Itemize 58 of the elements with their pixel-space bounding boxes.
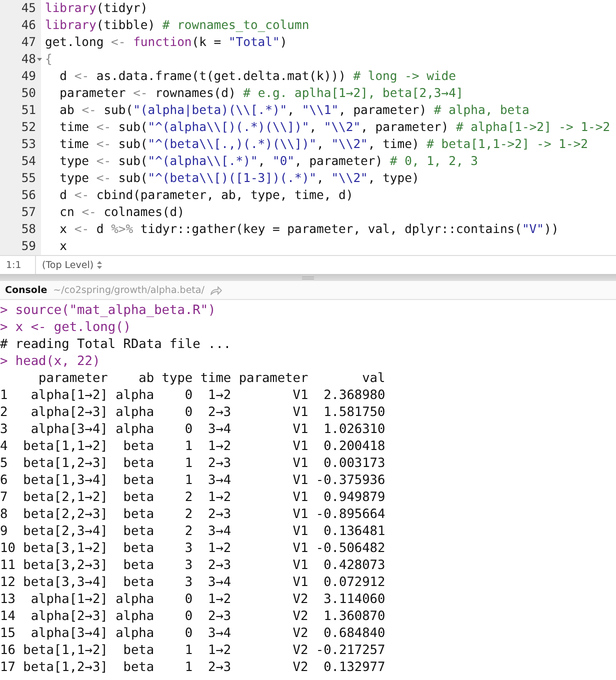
line-number: 52 — [21, 119, 36, 136]
console-command: > x <- get.long() — [0, 319, 132, 336]
console-output: 9 beta[2,3→4] beta 2 3→4 V1 0.136481 — [0, 523, 386, 540]
code-line: x <- d %>% tidyr::gather(key = parameter, val, dplyr::contains("V")) — [58, 221, 559, 238]
line-number: 49 — [21, 68, 36, 85]
console-output: 4 beta[1,1→2] beta 1 1→2 V1 0.200418 — [0, 438, 386, 455]
fold-caret-icon[interactable] — [37, 57, 42, 62]
line-number: 45 — [21, 0, 36, 17]
console-output: # reading Total RData file ... — [0, 336, 232, 353]
console-command: > head(x, 22) — [0, 353, 102, 370]
code-line: time <- sub("^(alpha\\[)(.*)(\\])", "\\2", parameter) # alpha[1->2] -> 1->2 — [58, 119, 610, 136]
line-number: 54 — [21, 153, 36, 170]
line-number: 50 — [21, 85, 36, 102]
console-output: 6 beta[1,3→4] beta 1 3→4 V1 -0.375936 — [0, 472, 386, 489]
code-line: type <- sub("^(alpha\\[.*)", "0", parameter) # 0, 1, 2, 3 — [58, 153, 478, 170]
code-line: cn <- colnames(d) — [58, 204, 184, 221]
up-down-caret-icon[interactable] — [96, 261, 102, 269]
code-line: library(tibble) # rownames_to_column — [44, 17, 310, 34]
code-line: x — [58, 238, 68, 255]
console-output: 1 alpha[1→2] alpha 0 1→2 V1 2.368980 — [0, 387, 386, 404]
line-number: 53 — [21, 136, 36, 153]
console-output: 16 beta[1,1→2] beta 1 1→2 V2 -0.217257 — [0, 642, 386, 659]
line-number: 51 — [21, 102, 36, 119]
console-output: 10 beta[3,1→2] beta 3 1→2 V1 -0.506482 — [0, 540, 386, 557]
console-output: parameter ab type time parameter val — [38, 370, 386, 387]
code-line: d <- as.data.frame(t(get.delta.mat(k))) # long -> wide — [58, 68, 456, 85]
console-output: 14 alpha[2→3] alpha 0 2→3 V2 1.360870 — [0, 608, 386, 625]
console-output: 2 alpha[2→3] alpha 0 2→3 V1 1.581750 — [0, 404, 386, 421]
line-number: 47 — [21, 34, 36, 51]
line-number: 55 — [21, 170, 36, 187]
line-number: 58 — [21, 221, 36, 238]
code-line: get.long <- function(k = "Total") — [44, 34, 288, 51]
code-line: { — [44, 51, 52, 68]
line-number: 59 — [21, 238, 36, 255]
curved-arrow-icon[interactable] — [210, 286, 222, 294]
splitter-grip-icon[interactable] — [302, 276, 314, 280]
line-number: 56 — [21, 187, 36, 204]
console-output: 5 beta[1,2→3] beta 1 2→3 V1 0.003173 — [0, 455, 386, 472]
code-line: parameter <- rownames(d) # e.g. aplha[1→2], beta[2,3→4] — [58, 85, 464, 102]
code-line: type <- sub("^(beta\\[)([1-3])(.*)", "\\2", type) — [58, 170, 420, 187]
console-output: 17 beta[1,2→3] beta 1 2→3 V2 0.132977 — [0, 659, 386, 676]
console-title: Console — [5, 284, 48, 296]
console-output: 13 alpha[1→2] alpha 0 1→2 V2 3.114060 — [0, 591, 386, 608]
console-output: 12 beta[3,3→4] beta 3 3→4 V1 0.072912 — [0, 574, 386, 591]
line-number: 46 — [21, 17, 36, 34]
console-output: 11 beta[3,2→3] beta 3 2→3 V1 0.428073 — [0, 557, 386, 574]
console-output: 3 alpha[3→4] alpha 0 3→4 V1 1.026310 — [0, 421, 386, 438]
code-line: d <- cbind(parameter, ab, type, time, d) — [58, 187, 354, 204]
line-number: 57 — [21, 204, 36, 221]
code-line: time <- sub("^(beta\\[.,)(.*)(\\])", "\\2", time) # beta[1,1->2] -> 1->2 — [58, 136, 588, 153]
console-command: > source("mat_alpha_beta.R") — [0, 302, 217, 319]
console-output: 15 alpha[3→4] alpha 0 3→4 V2 0.684840 — [0, 625, 386, 642]
line-number: 48 — [21, 51, 36, 68]
scope-label[interactable]: (Top Level) — [42, 260, 94, 270]
console-output: 8 beta[2,2→3] beta 2 2→3 V1 -0.895664 — [0, 506, 386, 523]
code-line: ab <- sub("(alpha|beta)(\\[.*)", "\\1", parameter) # alpha, beta — [58, 102, 530, 119]
code-line: library(tidyr) — [44, 0, 148, 17]
console-output: 7 beta[2,1→2] beta 2 1→2 V1 0.949879 — [0, 489, 386, 506]
